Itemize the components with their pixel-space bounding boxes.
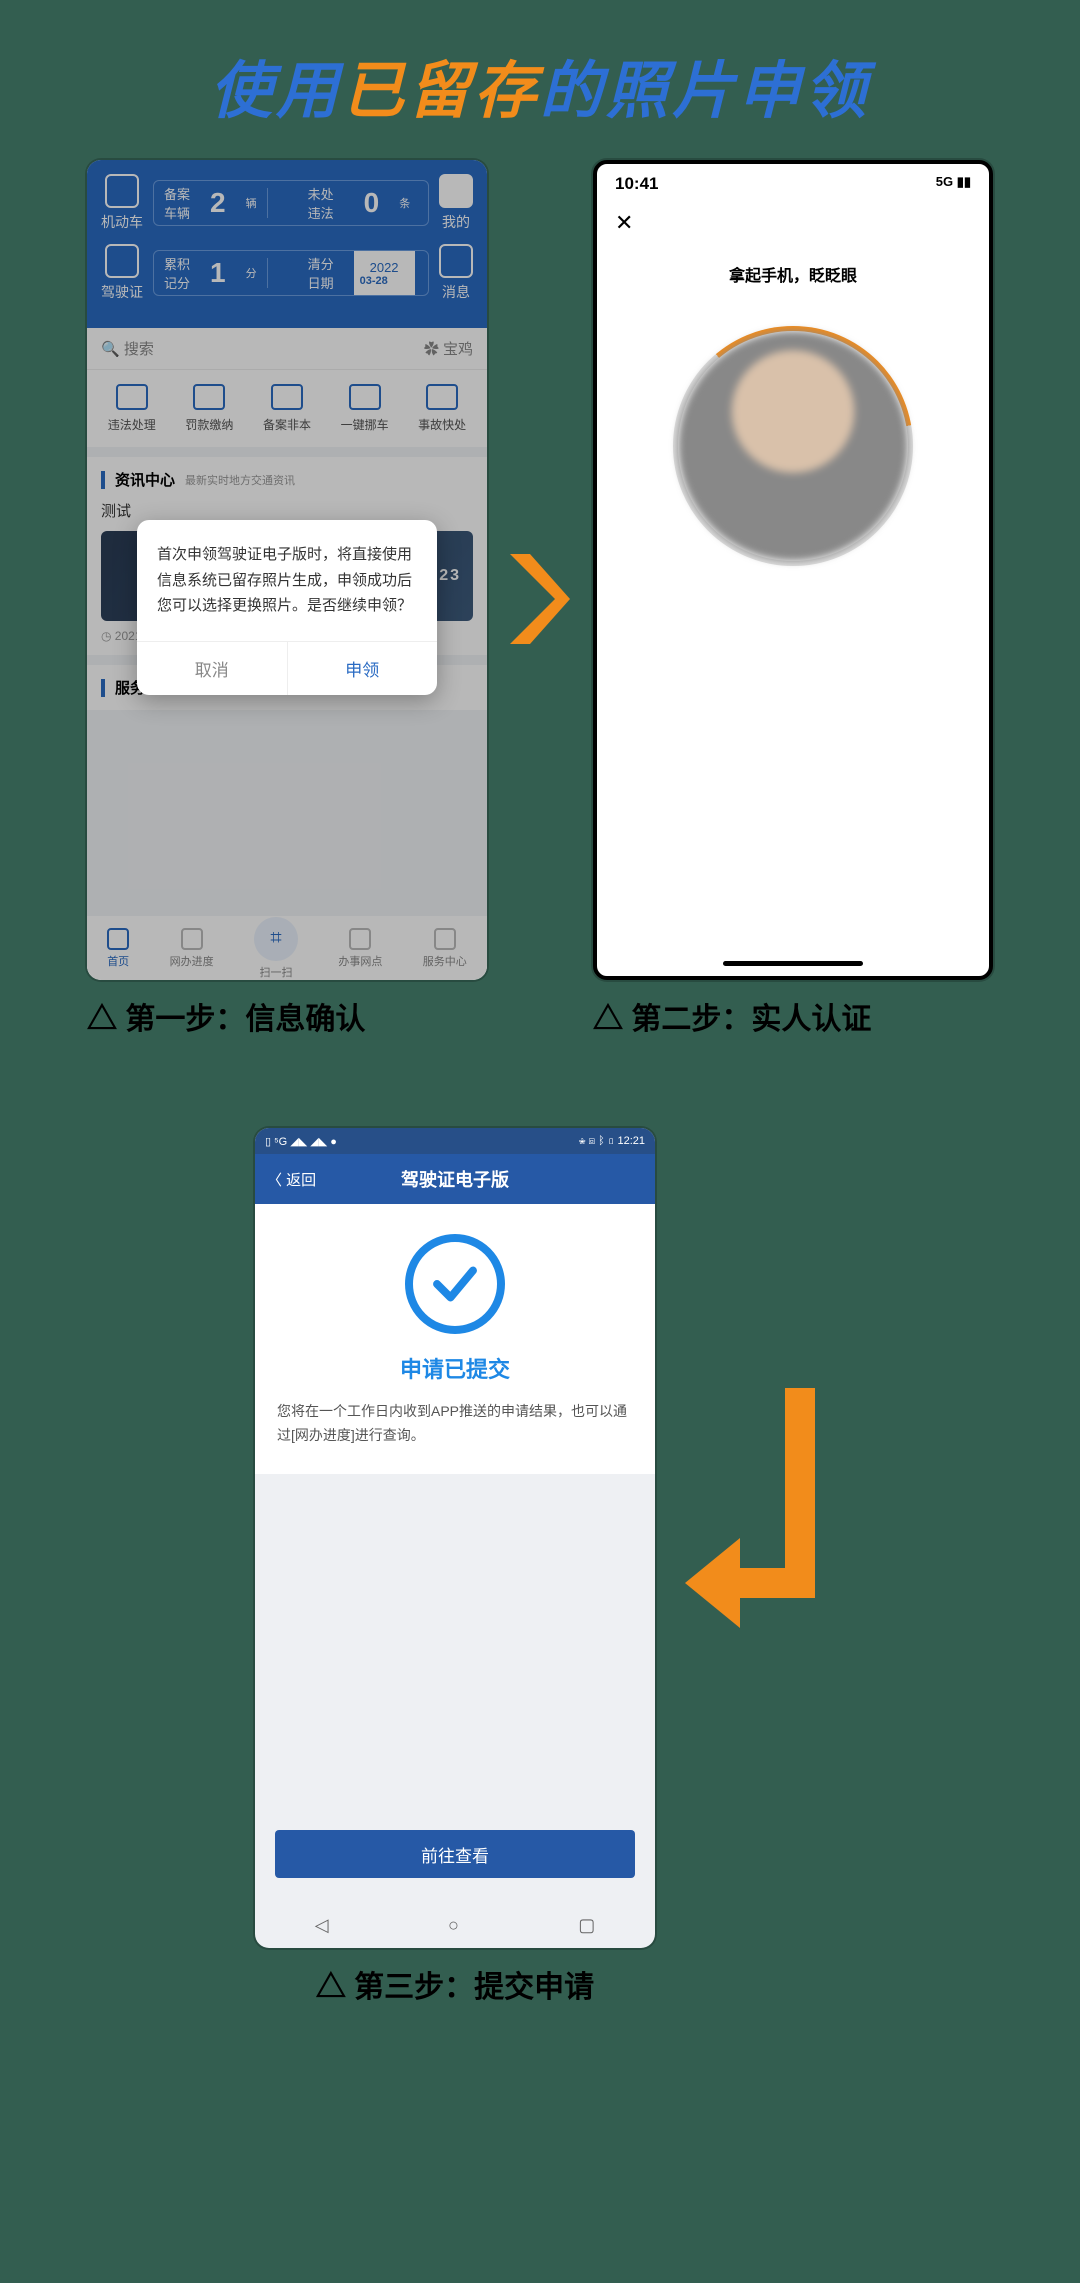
page-title: 使用已留存的照片申领 [40,40,1040,130]
success-check-icon [405,1234,505,1334]
arrow-right-icon [505,549,575,649]
screenshot-step2: 10:415G ▮▮ ✕ 拿起手机，眨眨眼 [593,160,993,980]
android-nav: ◁○▢ [255,1902,655,1948]
face-capture-circle [673,326,913,566]
cancel-button[interactable]: 取消 [137,642,288,695]
apply-button[interactable]: 申领 [288,642,438,695]
submitted-desc: 您将在一个工作日内收到APP推送的申请结果，也可以通过[网办进度]进行查询。 [277,1400,633,1448]
face-prompt: 拿起手机，眨眨眼 [597,262,989,286]
caption-step3: △ 第三步：提交申请 [255,1962,655,2006]
caption-step2: △ 第二步：实人认证 [593,994,993,1038]
submitted-title: 申请已提交 [277,1352,633,1384]
arrow-down-left-icon [685,1388,825,1653]
caption-step1: △ 第一步：信息确认 [87,994,487,1038]
back-button[interactable]: 〈 返回 [267,1169,316,1190]
confirm-dialog: 首次申领驾驶证电子版时，将直接使用信息系统已留存照片生成，申领成功后您可以选择更… [137,520,437,695]
page-header: 驾驶证电子版 [401,1166,509,1192]
dialog-message: 首次申领驾驶证电子版时，将直接使用信息系统已留存照片生成，申领成功后您可以选择更… [137,520,437,641]
close-icon[interactable]: ✕ [597,204,989,242]
screenshot-step1: 机动车 备案 车辆 2辆 未处违法 0条 我的 驾驶证 [87,160,487,980]
screenshot-step3: ▯ ⁵G ◢◣ ◢◣ ●❀ ⧈ ᛒ ▯ 12:21 〈 返回 驾驶证电子版 申请… [255,1128,655,1948]
go-view-button[interactable]: 前往查看 [275,1830,635,1878]
